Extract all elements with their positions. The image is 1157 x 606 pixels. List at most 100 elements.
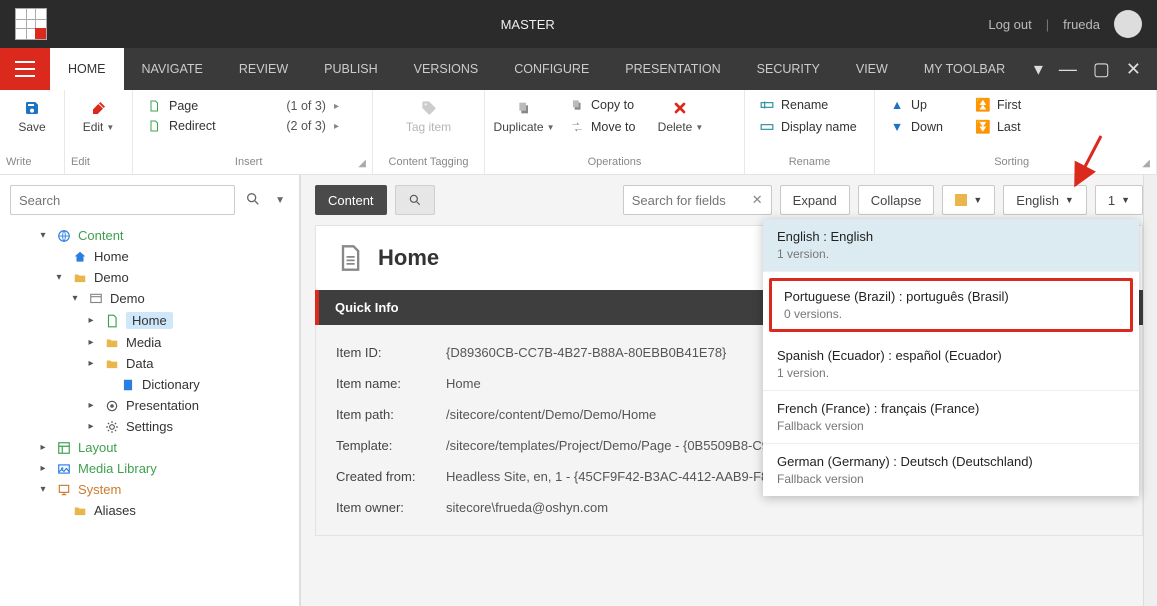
down-label: Down: [911, 120, 943, 134]
close-icon[interactable]: ✕: [1122, 59, 1145, 80]
tree-node-dictionary[interactable]: Dictionary: [6, 374, 293, 395]
insert-option[interactable]: Page(1 of 3)▸: [143, 96, 343, 116]
clear-icon[interactable]: ✕: [752, 192, 763, 208]
dict-icon: [120, 378, 136, 392]
expand-arrow-icon[interactable]: ▸: [84, 358, 98, 369]
info-key: Template:: [336, 438, 446, 453]
chevron-right-icon: ▸: [334, 121, 339, 132]
language-name: Portuguese (Brazil) : português (Brasil): [784, 289, 1118, 304]
logout-link[interactable]: Log out: [988, 17, 1031, 32]
expand-arrow-icon[interactable]: ▸: [84, 421, 98, 432]
insert-option[interactable]: Redirect(2 of 3)▸: [143, 116, 343, 136]
language-button[interactable]: English▼: [1003, 185, 1087, 215]
expand-arrow-icon[interactable]: ▾: [68, 293, 82, 304]
menu-tab-navigate[interactable]: NAVIGATE: [124, 48, 221, 90]
tree-node-home[interactable]: Home: [6, 246, 293, 267]
menu-tab-presentation[interactable]: PRESENTATION: [607, 48, 738, 90]
tree-node-content[interactable]: ▾Content: [6, 225, 293, 246]
tree-node-system[interactable]: ▾System: [6, 479, 293, 500]
menu-tab-review[interactable]: REVIEW: [221, 48, 306, 90]
dropdown-icon[interactable]: ▾: [1030, 59, 1047, 80]
sort-down-button[interactable]: ▼Down: [885, 118, 947, 136]
tree-node-home[interactable]: ▸Home: [6, 309, 293, 332]
rename-button[interactable]: Rename: [755, 96, 861, 114]
search-icon[interactable]: [241, 187, 265, 214]
media-icon: [56, 462, 72, 476]
expand-arrow-icon[interactable]: ▾: [36, 484, 50, 495]
search-options-icon[interactable]: ▼: [271, 191, 289, 210]
expand-arrow-icon[interactable]: ▸: [36, 463, 50, 474]
language-option[interactable]: Portuguese (Brazil) : português (Brasil)…: [769, 278, 1133, 332]
duplicate-label: Duplicate: [494, 120, 544, 134]
menu-tab-my-toolbar[interactable]: MY TOOLBAR: [906, 48, 1023, 90]
menu-tab-view[interactable]: VIEW: [838, 48, 906, 90]
language-name: French (France) : français (France): [777, 401, 1125, 416]
menu-tab-publish[interactable]: PUBLISH: [306, 48, 396, 90]
folder-icon: [104, 357, 120, 371]
tree-search-input[interactable]: [10, 185, 235, 215]
menu-tab-home[interactable]: HOME: [50, 48, 124, 90]
language-option[interactable]: French (France) : français (France)Fallb…: [763, 391, 1139, 444]
content-editor: Content ✕ Expand Collapse ▼ English▼ 1▼ …: [300, 175, 1157, 606]
search-fields-input[interactable]: [632, 193, 746, 208]
tree-node-aliases[interactable]: Aliases: [6, 500, 293, 521]
save-button[interactable]: Save: [10, 96, 54, 134]
tree-label: Layout: [78, 440, 117, 455]
tree-node-presentation[interactable]: ▸Presentation: [6, 395, 293, 416]
group-insert-label: Insert: [235, 156, 263, 171]
menu-tab-configure[interactable]: CONFIGURE: [496, 48, 607, 90]
move-to-button[interactable]: Move to: [565, 118, 639, 136]
sort-up-button[interactable]: ▲Up: [885, 96, 947, 114]
maximize-icon[interactable]: ▢: [1089, 59, 1114, 80]
tree-node-settings[interactable]: ▸Settings: [6, 416, 293, 437]
language-option[interactable]: Spanish (Ecuador) : español (Ecuador)1 v…: [763, 338, 1139, 391]
tree-node-demo[interactable]: ▾Demo: [6, 288, 293, 309]
menu-tab-versions[interactable]: VERSIONS: [396, 48, 497, 90]
tree-label: Dictionary: [142, 377, 200, 392]
minimize-icon[interactable]: —: [1055, 59, 1081, 80]
content-tab[interactable]: Content: [315, 185, 387, 215]
app-logo[interactable]: [15, 8, 47, 40]
tree-node-media[interactable]: ▸Media: [6, 332, 293, 353]
collapse-button[interactable]: Collapse: [858, 185, 935, 215]
tree-node-layout[interactable]: ▸ Layout: [6, 437, 293, 458]
search-tab-button[interactable]: [395, 185, 435, 215]
info-row: Item owner:sitecore\frueda@oshyn.com: [336, 492, 1122, 523]
tree-node-data[interactable]: ▸ Data: [6, 353, 293, 374]
tree-label: Data: [126, 356, 153, 371]
edit-button[interactable]: Edit▼: [75, 96, 122, 134]
sort-last-button[interactable]: ⏬Last: [971, 118, 1025, 136]
language-option[interactable]: German (Germany) : Deutsch (Deutschland)…: [763, 444, 1139, 496]
expand-arrow-icon[interactable]: ▸: [84, 315, 98, 326]
insert-launcher[interactable]: ◢: [358, 158, 366, 169]
menu-tab-security[interactable]: SECURITY: [739, 48, 838, 90]
view-options-button[interactable]: ▼: [942, 185, 995, 215]
tree-node-media-library[interactable]: ▸Media Library: [6, 458, 293, 479]
expand-arrow-icon[interactable]: ▸: [84, 400, 98, 411]
expand-arrow-icon[interactable]: ▾: [36, 230, 50, 241]
group-rename-label: Rename: [789, 156, 831, 171]
page-icon: [104, 314, 120, 328]
page-icon: [147, 119, 161, 133]
avatar[interactable]: [1114, 10, 1142, 38]
copy-to-button[interactable]: Copy to: [565, 96, 639, 114]
search-fields-box[interactable]: ✕: [623, 185, 772, 215]
sorting-launcher[interactable]: ◢: [1142, 158, 1150, 169]
delete-button[interactable]: Delete▼: [651, 96, 709, 134]
tree-node-demo[interactable]: ▾Demo: [6, 267, 293, 288]
expand-arrow-icon[interactable]: ▸: [36, 442, 50, 453]
sort-first-button[interactable]: ⏫First: [971, 96, 1025, 114]
version-button[interactable]: 1▼: [1095, 185, 1143, 215]
language-versions: 1 version.: [777, 247, 1125, 261]
expand-arrow-icon[interactable]: ▾: [52, 272, 66, 283]
scrollbar[interactable]: [1143, 175, 1157, 606]
group-operations-label: Operations: [588, 156, 642, 171]
display-name-button[interactable]: Display name: [755, 118, 861, 136]
duplicate-button[interactable]: Duplicate▼: [495, 96, 553, 134]
username-label[interactable]: frueda: [1063, 17, 1100, 32]
expand-arrow-icon[interactable]: ▸: [84, 337, 98, 348]
folder-icon: [72, 271, 88, 285]
language-option[interactable]: English : English1 version.: [763, 219, 1139, 272]
hamburger-menu[interactable]: [0, 48, 50, 90]
expand-button[interactable]: Expand: [780, 185, 850, 215]
